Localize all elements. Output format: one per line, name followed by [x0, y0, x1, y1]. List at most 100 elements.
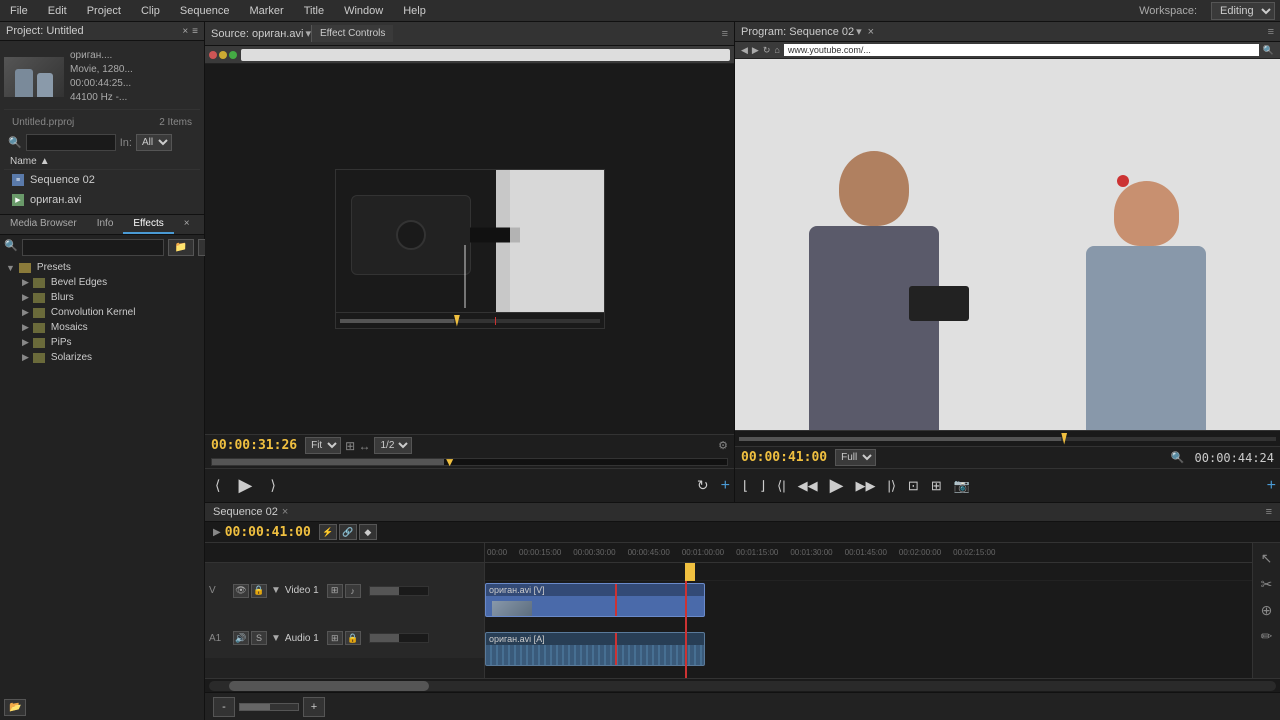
program-title-dropdown-icon[interactable]: ▾ — [856, 25, 862, 38]
program-lift-btn[interactable]: ⊡ — [904, 476, 923, 496]
source-add-btn[interactable]: + — [721, 477, 730, 495]
timeline-snap-btn[interactable]: ⚡ — [319, 524, 337, 540]
tab-info[interactable]: Info — [87, 215, 124, 234]
source-settings-icon[interactable]: ⚙ — [718, 439, 728, 452]
menu-marker[interactable]: Marker — [239, 5, 293, 17]
program-mark-out-btn[interactable]: ⌋ — [756, 476, 769, 496]
timeline-close-icon[interactable]: × — [282, 506, 288, 518]
effects-folder-mosaics[interactable]: ▶ Mosaics — [0, 320, 204, 335]
source-loop-btn[interactable]: ↻ — [691, 475, 715, 496]
timeline-track-content: 00:00 00:00:15:00 00:00:30:00 00:00:45:0… — [485, 543, 1252, 678]
timeline-scroll-thumb[interactable] — [229, 681, 429, 691]
effects-folder-blurs[interactable]: ▶ Blurs — [0, 290, 204, 305]
source-play-btn[interactable]: ▶ — [232, 473, 258, 498]
program-zoom-icon[interactable]: 🔍 — [1171, 451, 1185, 464]
program-extract-btn[interactable]: ⊞ — [927, 476, 946, 496]
program-go-in-btn[interactable]: ⟨| — [773, 476, 789, 496]
video-track-audio-btn[interactable]: ♪ — [345, 584, 361, 598]
program-go-out-btn[interactable]: |⟩ — [883, 476, 899, 496]
program-fit-select[interactable]: Full — [835, 449, 876, 466]
program-add-btn[interactable]: + — [1267, 477, 1276, 495]
program-duration-timecode: 00:00:44:24 — [1195, 451, 1274, 465]
source-step-forward-btn[interactable]: ⟩ — [264, 475, 281, 496]
menu-file[interactable]: File — [0, 5, 38, 17]
timeline-marker-btn[interactable]: ◆ — [359, 524, 377, 540]
source-fit-select[interactable]: Fit — [305, 437, 341, 454]
effects-folder-solarizes[interactable]: ▶ Solarizes — [0, 350, 204, 365]
audio-track-expand-icon[interactable]: ▼ — [271, 633, 281, 644]
project-search-input[interactable] — [26, 134, 116, 151]
effects-folder-convolution[interactable]: ▶ Convolution Kernel — [0, 305, 204, 320]
project-item-sequence[interactable]: ≡ Sequence 02 — [4, 170, 200, 190]
audio-clip-block[interactable]: ориган.avi [A] — [485, 632, 705, 666]
browser-back-icon[interactable]: ◀ — [741, 45, 748, 56]
timeline-scrollbar[interactable] — [205, 678, 1280, 692]
program-monitor-close[interactable]: × — [868, 26, 874, 38]
program-rewind-btn[interactable]: ◀◀ — [794, 476, 822, 496]
timeline-scroll-track[interactable] — [209, 681, 1276, 691]
timeline-select-tool-btn[interactable]: ↖ — [1256, 547, 1278, 569]
timeline-zoom-in-btn[interactable]: + — [303, 697, 325, 717]
program-play-btn[interactable]: ▶ — [826, 473, 848, 498]
program-panel-menu-icon[interactable]: ≡ — [1268, 26, 1274, 38]
effects-search-icon: 🔍 — [4, 239, 18, 256]
program-fast-forward-btn[interactable]: ▶▶ — [851, 476, 879, 496]
tab-effects-close[interactable]: × — [174, 215, 200, 234]
bevel-label: Bevel Edges — [51, 277, 107, 288]
tab-effect-controls[interactable]: Effect Controls — [311, 25, 393, 42]
menu-help[interactable]: Help — [393, 5, 436, 17]
tab-media-browser[interactable]: Media Browser — [0, 215, 87, 234]
video-track-expand-icon[interactable]: ▼ — [271, 585, 281, 596]
video-track-lock-btn[interactable]: 🔒 — [251, 584, 267, 598]
menu-title[interactable]: Title — [294, 5, 334, 17]
mosaics-folder-icon — [33, 323, 45, 333]
video-track-eye-btn[interactable]: 👁 — [233, 584, 249, 598]
effects-folder-bevel[interactable]: ▶ Bevel Edges — [0, 275, 204, 290]
audio-track-solo-btn[interactable]: S — [251, 631, 267, 645]
blurs-expand-icon: ▶ — [22, 292, 29, 303]
menu-clip[interactable]: Clip — [131, 5, 170, 17]
source-ratio-select[interactable]: 1/2 — [374, 437, 412, 454]
source-progress-bar[interactable]: ▼ — [205, 456, 734, 468]
timeline-link-btn[interactable]: 🔗 — [339, 524, 357, 540]
audio-track-mute-btn[interactable]: 🔊 — [233, 631, 249, 645]
timeline-pen-tool-btn[interactable]: ✏ — [1256, 625, 1278, 647]
in-select[interactable]: All — [136, 134, 172, 151]
effects-new-folder-btn[interactable]: 📂 — [4, 699, 26, 716]
program-mark-in-btn[interactable]: ⌊ — [739, 476, 752, 496]
browser-forward-icon[interactable]: ▶ — [752, 45, 759, 56]
source-panel-menu-icon[interactable]: ≡ — [722, 28, 728, 40]
timeline-menu-icon[interactable]: ≡ — [1266, 506, 1272, 518]
effects-new-btn[interactable]: 📁 — [168, 239, 194, 256]
timeline-zoom-tool-btn[interactable]: ⊕ — [1256, 599, 1278, 621]
browser-url[interactable]: www.youtube.com/... — [784, 44, 1259, 56]
timeline-playhead-top[interactable] — [685, 563, 695, 581]
menu-edit[interactable]: Edit — [38, 5, 77, 17]
menu-project[interactable]: Project — [77, 5, 131, 17]
browser-home-icon[interactable]: ⌂ — [774, 45, 779, 55]
effects-folder-presets[interactable]: ▼ Presets — [0, 260, 204, 275]
project-name-column-header[interactable]: Name ▲ — [4, 154, 200, 170]
menu-window[interactable]: Window — [334, 5, 393, 17]
browser-refresh-icon[interactable]: ↻ — [763, 45, 771, 56]
solarizes-expand-icon: ▶ — [22, 352, 29, 363]
source-step-back-btn[interactable]: ⟨ — [209, 475, 226, 496]
timeline-zoom-slider[interactable] — [239, 703, 299, 711]
program-camera-btn[interactable]: 📷 — [950, 476, 974, 496]
menu-sequence[interactable]: Sequence — [170, 5, 240, 17]
browser-search-icon[interactable]: 🔍 — [1263, 45, 1274, 56]
timeline-razor-tool-btn[interactable]: ✂ — [1256, 573, 1278, 595]
video-clip-block[interactable]: ориган.avi [V] — [485, 583, 705, 617]
audio-track-settings-btn[interactable]: ⊞ — [327, 631, 343, 645]
audio-track-lock-btn[interactable]: 🔒 — [345, 631, 361, 645]
project-item-file[interactable]: ▶ ориган.avi — [4, 190, 200, 210]
timeline-playback-icon[interactable]: ▶ — [213, 527, 221, 538]
timeline-zoom-out-btn[interactable]: - — [213, 697, 235, 717]
project-panel-close[interactable]: × — [182, 26, 188, 37]
video-track-settings-btn[interactable]: ⊞ — [327, 584, 343, 598]
project-panel-menu[interactable]: ≡ — [192, 26, 198, 37]
tab-effects[interactable]: Effects — [123, 215, 173, 234]
effects-folder-pips[interactable]: ▶ PiPs — [0, 335, 204, 350]
workspace-dropdown[interactable]: Editing — [1211, 2, 1275, 20]
effects-search-input[interactable] — [22, 239, 164, 256]
